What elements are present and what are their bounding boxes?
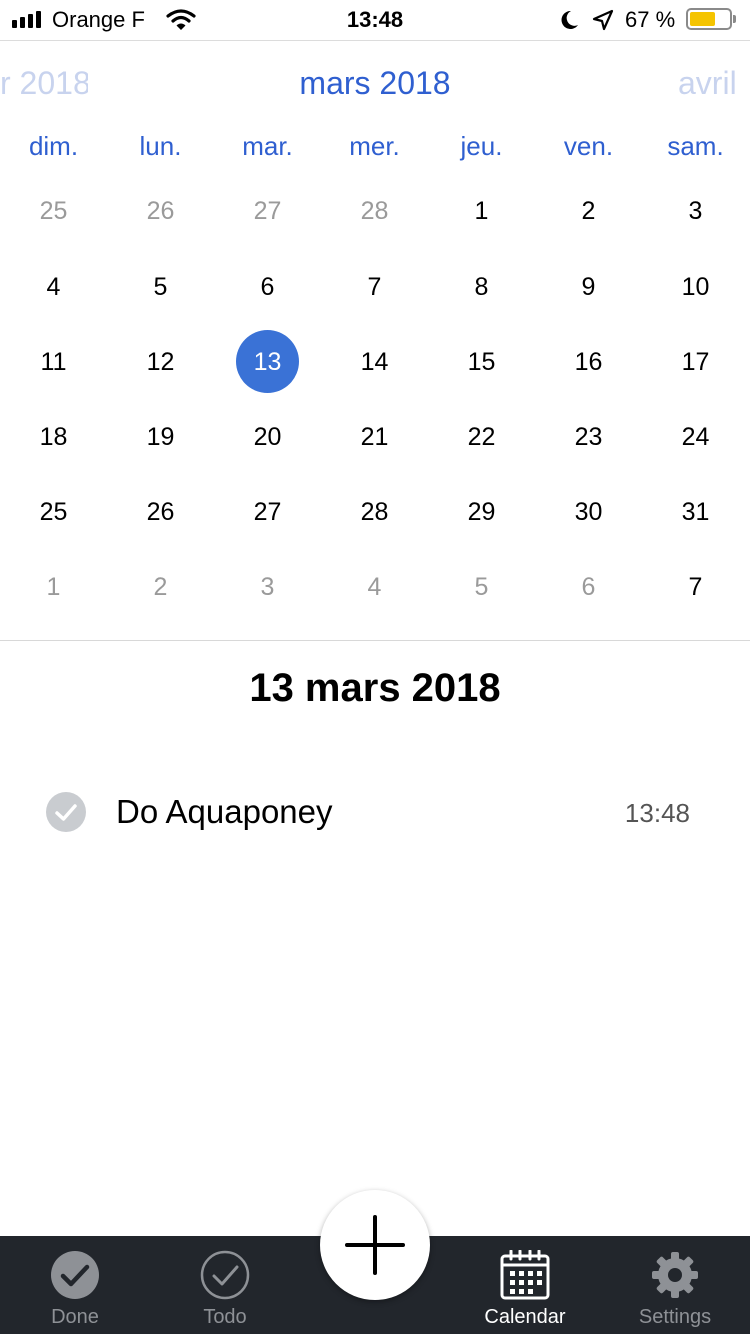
day-cell[interactable]: 28 xyxy=(321,191,428,231)
weekday-label: ven. xyxy=(563,131,614,161)
task-done-check-icon[interactable] xyxy=(46,792,86,832)
day-cell[interactable]: 3 xyxy=(214,567,321,607)
day-cell[interactable]: 9 xyxy=(535,267,642,307)
status-bar: Orange F 13:48 67 % xyxy=(0,0,750,41)
weekday-label: jeu. xyxy=(460,131,503,161)
day-cell[interactable]: 18 xyxy=(0,417,107,457)
add-task-button[interactable] xyxy=(320,1190,430,1300)
day-cell[interactable]: 22 xyxy=(428,417,535,457)
day-cell[interactable]: 30 xyxy=(535,492,642,532)
plus-icon xyxy=(345,1215,405,1275)
day-cell[interactable]: 14 xyxy=(321,342,428,382)
tab-todo[interactable]: Todo xyxy=(150,1236,300,1334)
selected-date-title: 13 mars 2018 xyxy=(249,666,501,710)
tab-settings[interactable]: Settings xyxy=(600,1236,750,1334)
day-cell[interactable]: 7 xyxy=(642,567,749,607)
task-title: Do Aquaponey xyxy=(116,793,333,830)
tab-label-calendar: Calendar xyxy=(484,1306,566,1328)
tab-calendar[interactable]: Calendar xyxy=(450,1236,600,1334)
calendar-icon xyxy=(500,1250,550,1300)
location-arrow-icon xyxy=(592,9,614,31)
day-cell[interactable]: 6 xyxy=(535,567,642,607)
day-cell[interactable]: 11 xyxy=(0,342,107,382)
day-cell[interactable]: 25 xyxy=(0,492,107,532)
weekday-label: sam. xyxy=(667,131,724,161)
calendar-divider xyxy=(0,640,750,641)
day-cell[interactable]: 1 xyxy=(0,567,107,607)
day-cell[interactable]: 25 xyxy=(0,191,107,231)
day-cell[interactable]: 3 xyxy=(642,191,749,231)
day-cell[interactable]: 10 xyxy=(642,267,749,307)
tab-done[interactable]: Done xyxy=(0,1236,150,1334)
day-cell[interactable]: 4 xyxy=(321,567,428,607)
day-cell[interactable]: 5 xyxy=(107,267,214,307)
day-cell[interactable]: 28 xyxy=(321,492,428,532)
day-cell[interactable]: 31 xyxy=(642,492,749,532)
day-cell[interactable]: 8 xyxy=(428,267,535,307)
day-cell[interactable]: 29 xyxy=(428,492,535,532)
day-cell[interactable]: 1 xyxy=(428,191,535,231)
battery-level xyxy=(690,12,715,26)
check-filled-icon xyxy=(51,1251,99,1299)
day-cell[interactable]: 12 xyxy=(107,342,214,382)
day-cell[interactable]: 24 xyxy=(642,417,749,457)
day-cell[interactable]: 17 xyxy=(642,342,749,382)
current-month-label: mars 2018 xyxy=(299,65,451,101)
battery-percent: 67 % xyxy=(625,7,676,32)
day-cell[interactable]: 16 xyxy=(535,342,642,382)
day-cell[interactable]: 2 xyxy=(535,191,642,231)
day-cell[interactable]: 19 xyxy=(107,417,214,457)
battery-icon xyxy=(686,8,736,30)
tab-label-done: Done xyxy=(51,1306,99,1328)
gear-icon xyxy=(652,1252,698,1298)
day-cell[interactable]: 15 xyxy=(428,342,535,382)
day-cell[interactable]: 2 xyxy=(107,567,214,607)
weekday-label: lun. xyxy=(139,131,182,161)
day-cell[interactable]: 26 xyxy=(107,492,214,532)
day-cell[interactable]: 27 xyxy=(214,492,321,532)
day-cell-selected[interactable]: 13 xyxy=(214,342,321,382)
check-outline-icon xyxy=(200,1250,250,1300)
day-cell[interactable]: 20 xyxy=(214,417,321,457)
day-cell[interactable]: 23 xyxy=(535,417,642,457)
day-cell[interactable]: 7 xyxy=(321,267,428,307)
day-cell[interactable]: 5 xyxy=(428,567,535,607)
weekday-label: dim. xyxy=(28,131,79,161)
day-cell[interactable]: 6 xyxy=(214,267,321,307)
tab-label-todo: Todo xyxy=(203,1306,247,1328)
weekday-label: mar. xyxy=(242,131,293,161)
day-cell[interactable]: 27 xyxy=(214,191,321,231)
day-cell[interactable]: 4 xyxy=(0,267,107,307)
task-time: 13:48 xyxy=(624,798,690,828)
next-month-label[interactable]: avril xyxy=(678,60,750,106)
day-cell[interactable]: 21 xyxy=(321,417,428,457)
weekday-label: mer. xyxy=(349,131,400,161)
moon-icon xyxy=(561,10,578,29)
tab-label-settings: Settings xyxy=(638,1306,712,1328)
day-cell[interactable]: 26 xyxy=(107,191,214,231)
